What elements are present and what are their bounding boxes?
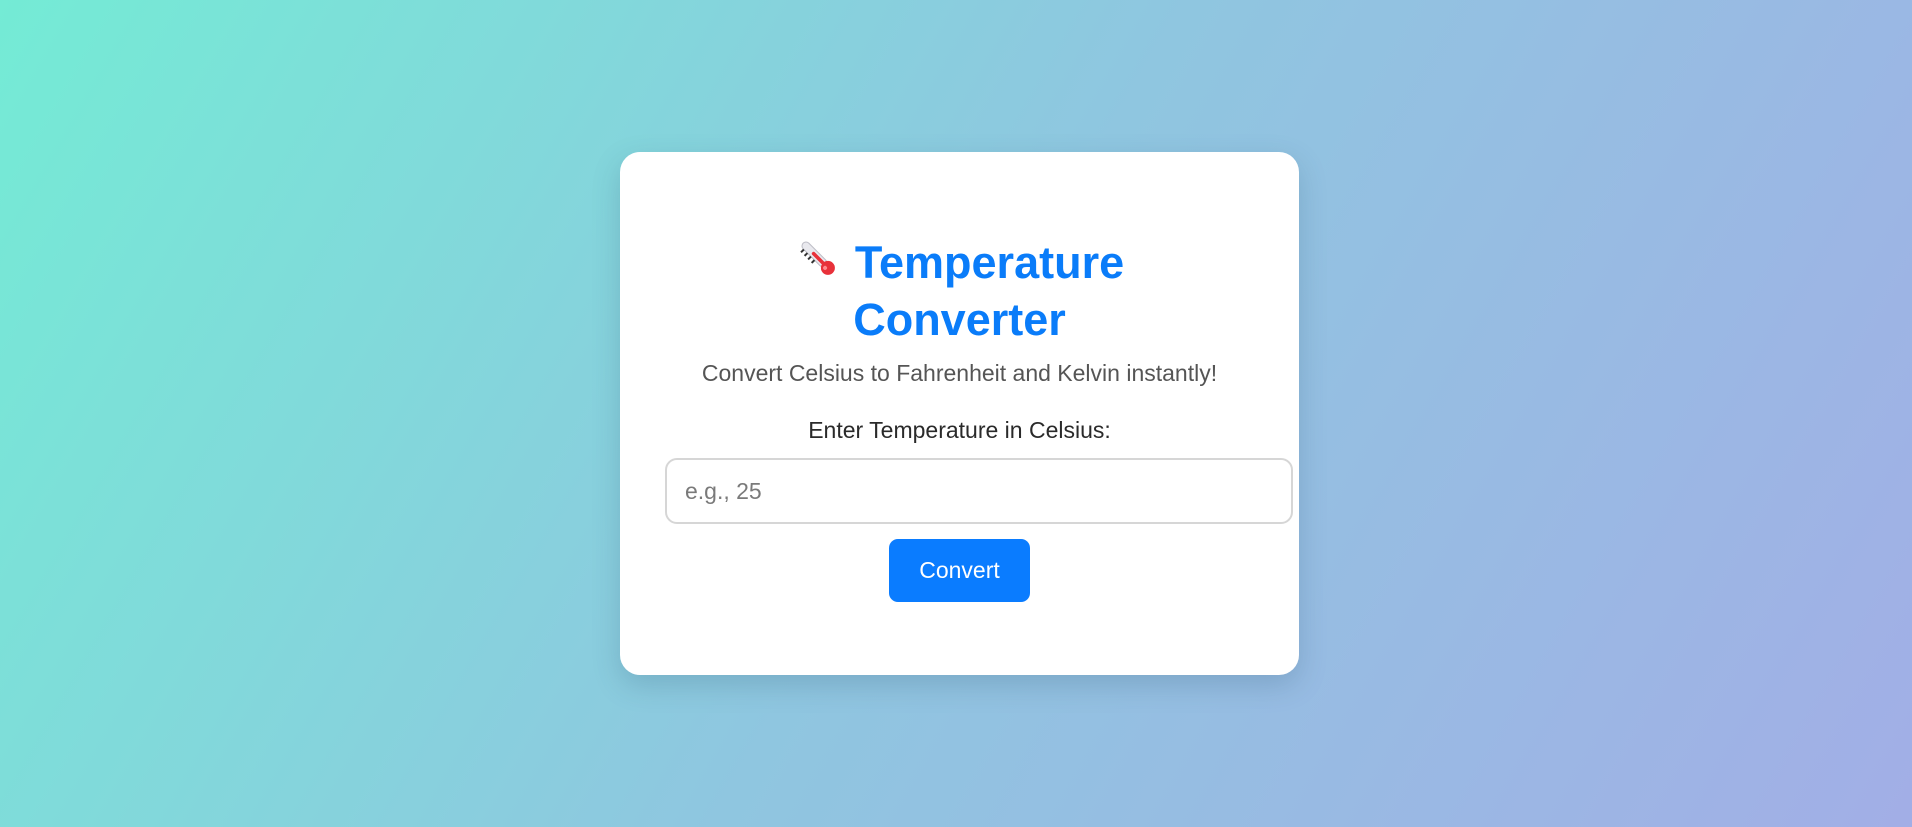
celsius-input[interactable]: [665, 458, 1293, 524]
page-title: Temperature Converter: [620, 234, 1299, 348]
convert-button[interactable]: Convert: [889, 539, 1030, 602]
title-text: Temperature Converter: [853, 237, 1125, 345]
thermometer-icon: [795, 236, 841, 280]
converter-card: Temperature Converter Convert Celsius to…: [620, 152, 1299, 675]
celsius-label: Enter Temperature in Celsius:: [808, 417, 1111, 443]
title-wrapper: Temperature Converter: [780, 234, 1140, 348]
subtitle: Convert Celsius to Fahrenheit and Kelvin…: [701, 360, 1218, 386]
